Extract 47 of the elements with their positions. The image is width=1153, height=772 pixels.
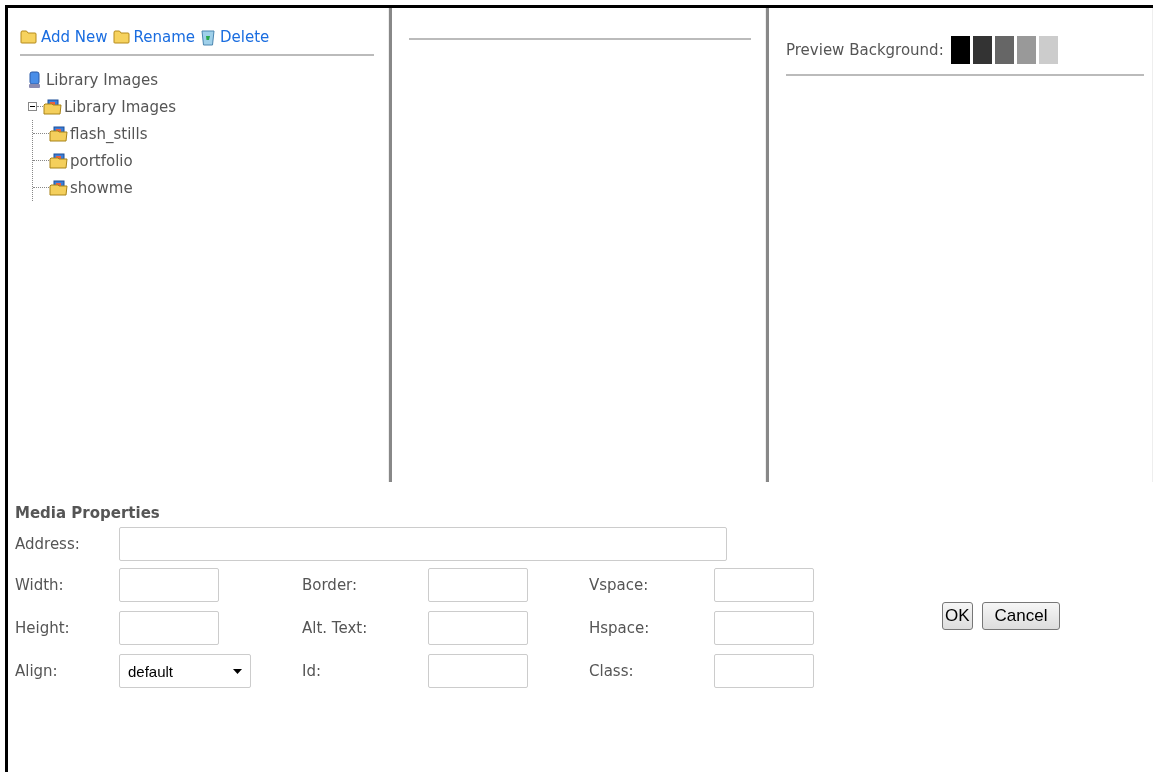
text-field[interactable] <box>714 654 814 688</box>
field-label: Width: <box>15 576 65 594</box>
field-label: Id: <box>302 662 322 680</box>
dialog-button[interactable]: Cancel <box>981 602 1061 630</box>
text-field[interactable] <box>714 611 814 645</box>
text-field[interactable] <box>428 654 528 688</box>
field-label: Address: <box>15 535 81 553</box>
section-title: Media Properties <box>15 504 161 522</box>
toolbar-link[interactable]: Add New <box>20 28 108 46</box>
collapse-icon[interactable] <box>28 102 37 111</box>
field-label: Vspace: <box>589 576 650 594</box>
address-field[interactable] <box>119 527 727 561</box>
color-swatch[interactable] <box>972 36 992 64</box>
preview-background-label: Preview Background: <box>786 41 944 59</box>
picture-folder-icon <box>49 179 68 196</box>
toolbar-link[interactable]: Delete <box>200 28 270 46</box>
text-field[interactable] <box>428 568 528 602</box>
computer-icon <box>28 70 41 89</box>
toolbar-link[interactable]: Rename <box>112 28 196 46</box>
tree-item[interactable]: showme <box>49 178 133 197</box>
picture-folder-icon <box>43 98 62 115</box>
picture-folder-icon <box>49 125 68 142</box>
color-swatch[interactable] <box>1016 36 1036 64</box>
tree-item[interactable]: flash_stills <box>49 124 148 143</box>
field-label: Align: <box>15 662 59 680</box>
dialog-button[interactable]: OK <box>942 602 973 630</box>
field-label: Height: <box>15 619 71 637</box>
tree-item[interactable]: Library Images <box>43 97 176 116</box>
field-label: Hspace: <box>589 619 651 637</box>
caret-icon <box>233 668 242 674</box>
text-field[interactable] <box>119 611 219 645</box>
align-dropdown[interactable]: default <box>119 654 251 688</box>
text-field[interactable] <box>714 568 814 602</box>
color-swatch[interactable] <box>950 36 970 64</box>
field-label: Border: <box>302 576 359 594</box>
tree-item[interactable]: Library Images <box>28 66 374 93</box>
tree-item[interactable]: portfolio <box>49 151 133 170</box>
text-field[interactable] <box>119 568 219 602</box>
recycle-bin-icon <box>200 28 217 46</box>
color-swatch[interactable] <box>1038 36 1058 64</box>
folder-icon <box>112 30 130 44</box>
folder-icon <box>20 30 37 44</box>
color-swatch[interactable] <box>994 36 1014 64</box>
field-label: Class: <box>589 662 635 680</box>
picture-folder-icon <box>49 152 68 169</box>
field-label: Alt. Text: <box>302 619 369 637</box>
text-field[interactable] <box>428 611 528 645</box>
